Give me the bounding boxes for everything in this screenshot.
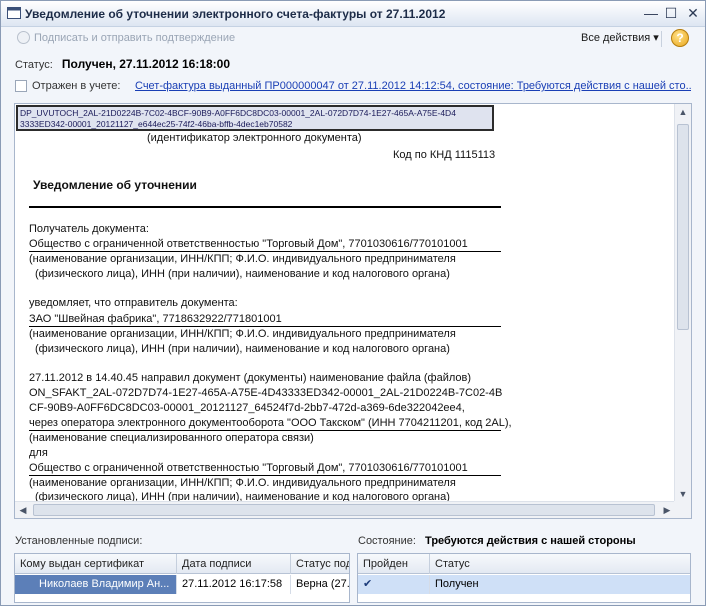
sign-label: Подписать и отправить подтверждение — [34, 31, 236, 44]
document-id-box: DP_UVUTOCH_2AL-21D0224B-7C02-4BCF-90B9-A… — [16, 105, 494, 131]
table-row[interactable]: Николаев Владимир Ан... 27.11.2012 16:17… — [15, 575, 349, 594]
scroll-corner — [674, 501, 691, 518]
operator-rule — [29, 430, 501, 431]
file-name-2: CF-90B9-A0FF6DC8DC03-00001_20121127_6452… — [29, 402, 465, 414]
scroll-left-icon[interactable]: ◀ — [15, 502, 31, 518]
scroll-up-icon[interactable]: ▲ — [675, 104, 691, 120]
for-org-note-1: (наименование организации, ИНН/КПП; Ф.И.… — [29, 477, 456, 489]
state-value: Требуются действия с нашей стороны — [425, 535, 636, 547]
document-id-caption: (идентификатор электронного документа) — [147, 132, 362, 144]
operator-note: (наименование специализированного операт… — [29, 432, 314, 444]
document-icon — [7, 7, 21, 19]
window-title: Уведомление об уточнении электронного сч… — [25, 7, 446, 21]
passed-cell: ✔ — [358, 575, 430, 594]
for-label: для — [29, 447, 48, 459]
col-sign-date[interactable]: Дата подписи — [177, 554, 291, 574]
horizontal-scrollbar[interactable]: ◀ ▶ — [15, 501, 675, 518]
operator-line: через оператора электронного документооб… — [29, 417, 512, 429]
for-org-rule — [29, 475, 501, 476]
signatures-header: Кому выдан сертификат Дата подписи Стату… — [15, 554, 349, 574]
sign-and-send-button[interactable]: Подписать и отправить подтверждение — [17, 31, 235, 44]
reflected-checkbox[interactable] — [15, 80, 27, 92]
reflected-label: Отражен в учете: — [32, 80, 121, 92]
sign-icon — [17, 31, 30, 44]
col-certificate-holder[interactable]: Кому выдан сертификат — [15, 554, 177, 574]
all-actions-menu[interactable]: Все действия ▾ — [581, 31, 659, 44]
scroll-down-icon[interactable]: ▼ — [675, 486, 691, 502]
file-name-1: ON_SFAKT_2AL-072D7D74-1E27-465A-A75E-4D4… — [29, 387, 503, 399]
maximize-icon[interactable]: ☐ — [663, 5, 679, 21]
table-row[interactable]: ✔ Получен — [358, 575, 690, 594]
status-row: Статус: Получен, 27.11.2012 16:18:00 — [15, 57, 230, 71]
sign-status-cell: Верна (27.1 — [291, 575, 349, 594]
state-table[interactable]: Пройден Статус ✔ Получен — [357, 553, 691, 603]
vertical-scroll-thumb[interactable] — [677, 124, 689, 330]
vertical-scrollbar[interactable]: ▲ ▼ — [674, 104, 691, 502]
sign-date-cell: 27.11.2012 16:17:58 — [177, 575, 291, 594]
col-sign-status[interactable]: Статус под — [291, 554, 349, 574]
document-viewer[interactable]: DP_UVUTOCH_2AL-21D0224B-7C02-4BCF-90B9-A… — [14, 103, 692, 519]
col-passed[interactable]: Пройден — [358, 554, 430, 574]
document-window: Уведомление об уточнении электронного сч… — [0, 0, 706, 606]
recipient-rule — [29, 251, 501, 252]
sender-note-1: (наименование организации, ИНН/КПП; Ф.И.… — [29, 328, 456, 340]
document-id-line-1: DP_UVUTOCH_2AL-21D0224B-7C02-4BCF-90B9-A… — [20, 108, 456, 118]
reflected-in-accounting[interactable]: Отражен в учете: — [15, 80, 120, 92]
certificate-holder-cell: Николаев Владимир Ан... — [15, 575, 177, 594]
sender-intro: уведомляет, что отправитель документа: — [29, 297, 238, 309]
col-state-status[interactable]: Статус — [430, 554, 690, 574]
sender-note-2: (физического лица), ИНН (при наличии), н… — [35, 343, 450, 355]
signatures-label: Установленные подписи: — [15, 535, 143, 547]
invoice-link[interactable]: Счет-фактура выданный ПР000000047 от 27.… — [135, 80, 691, 92]
recipient-label: Получатель документа: — [29, 223, 149, 235]
document-heading: Уведомление об уточнении — [33, 178, 197, 192]
knd-code: Код по КНД 1115113 — [393, 149, 496, 161]
scroll-right-icon[interactable]: ▶ — [659, 502, 675, 518]
sender-rule — [29, 326, 501, 327]
sent-line: 27.11.2012 в 14.40.45 направил документ … — [29, 372, 472, 384]
title-bar: Уведомление об уточнении электронного сч… — [1, 1, 705, 27]
recipient-value: Общество с ограниченной ответственностью… — [29, 238, 468, 250]
recipient-note-1: (наименование организации, ИНН/КПП; Ф.И.… — [29, 253, 456, 265]
state-label: Состояние: — [358, 535, 416, 547]
horizontal-scroll-thumb[interactable] — [33, 504, 655, 516]
sender-value: ЗАО "Швейная фабрика", 7718632922/771801… — [29, 313, 282, 325]
state-header: Пройден Статус — [358, 554, 690, 574]
heading-rule — [29, 206, 501, 208]
help-icon[interactable]: ? — [671, 29, 689, 47]
signatures-table[interactable]: Кому выдан сертификат Дата подписи Стату… — [14, 553, 350, 603]
toolbar-divider — [661, 31, 662, 47]
document-id-line-2: 3333ED342-00001_20121127_e644ec25-74f2-4… — [20, 119, 293, 129]
close-icon[interactable]: ✕ — [685, 5, 701, 21]
state-status-cell: Получен — [430, 575, 690, 594]
status-value: Получен, 27.11.2012 16:18:00 — [61, 57, 231, 71]
recipient-note-2: (физического лица), ИНН (при наличии), н… — [35, 268, 450, 280]
check-icon: ✔ — [363, 578, 373, 590]
minimize-icon[interactable]: — — [643, 5, 659, 21]
status-label: Статус: — [15, 59, 53, 71]
toolbar: Подписать и отправить подтверждение Все … — [1, 27, 705, 49]
for-org: Общество с ограниченной ответственностью… — [29, 462, 468, 474]
document-content: DP_UVUTOCH_2AL-21D0224B-7C02-4BCF-90B9-A… — [15, 104, 675, 502]
state-row: Состояние: Требуются действия с нашей ст… — [358, 535, 636, 547]
